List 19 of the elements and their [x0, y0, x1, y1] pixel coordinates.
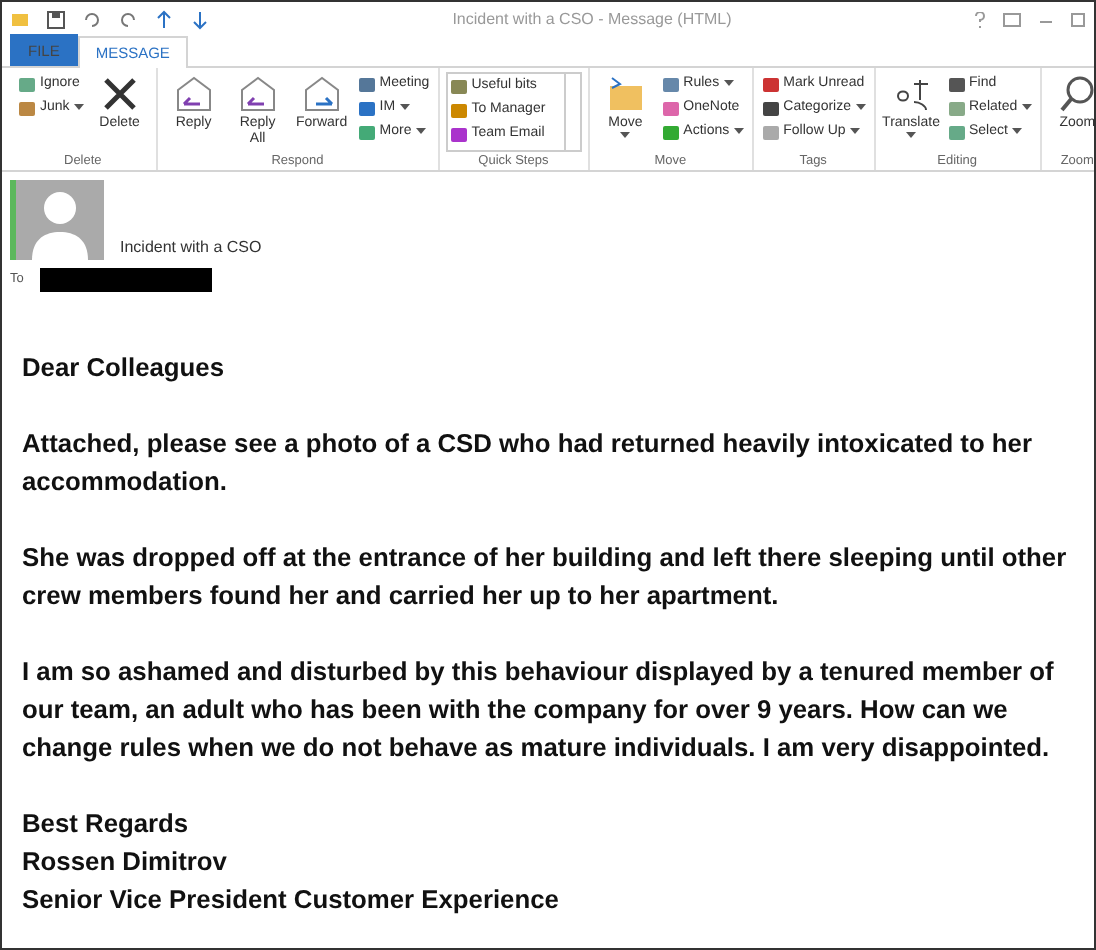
- up-arrow-icon: [154, 9, 174, 29]
- body-paragraph: Dear Colleagues: [22, 350, 227, 386]
- down-arrow-icon: [190, 9, 210, 29]
- window-title: Incident with a CSO - Message (HTML): [450, 7, 734, 31]
- redo-icon: [118, 9, 138, 29]
- signature-line: Rossen Dimitrov: [22, 844, 229, 880]
- signature-line: Best Regards: [22, 806, 191, 842]
- body-paragraph: Attached, please see a photo of a CSD who had returned heavily intoxicated to her accommodation.: [22, 426, 1034, 500]
- email-subject: Incident with a CSO: [120, 236, 262, 260]
- undo-icon: [82, 9, 102, 29]
- body-paragraph: I am so ashamed and disturbed by this behaviour displayed by a tenured member of our team, an adult who has been with the company for over 9 years. How can we change rules when we do not behave as mature individuals. I am very disappointed.: [22, 654, 1056, 766]
- body-paragraph: She was dropped off at the entrance of her building and left there sleeping until other crew members found her and carried her up to her apartment.: [22, 540, 1069, 614]
- search-icon: [1055, 72, 1096, 116]
- save-icon: [46, 9, 66, 29]
- help-icon: [974, 11, 986, 27]
- avatar-icon: [10, 180, 104, 260]
- signature-line: Senior Vice President Customer Experience: [22, 882, 561, 918]
- ribbon-display-icon: [1002, 11, 1022, 27]
- maximize-icon: [1070, 11, 1086, 27]
